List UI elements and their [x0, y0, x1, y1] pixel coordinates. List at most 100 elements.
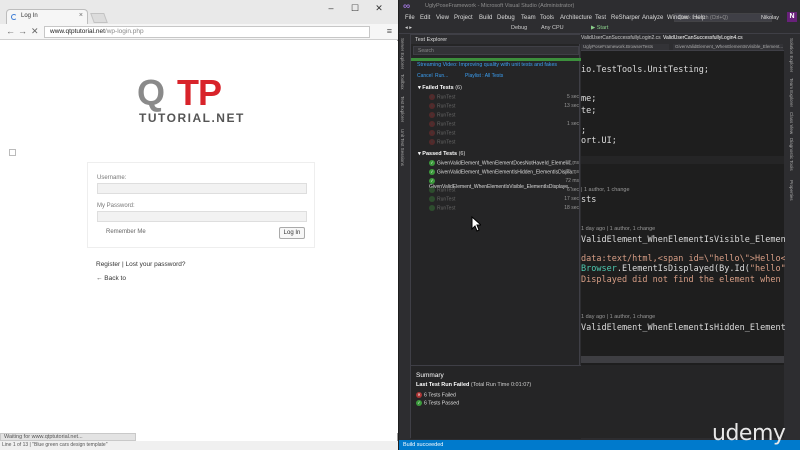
menu-test[interactable]: Test [595, 15, 606, 21]
code-line[interactable]: ValidElement_WhenElementIsHidden_Element… [581, 323, 800, 333]
new-tab-button[interactable] [90, 13, 108, 23]
browser-menu-icon[interactable]: ≡ [387, 26, 392, 36]
url-host: www.qtptutorial.net [50, 28, 105, 35]
maximize-button[interactable]: ☐ [346, 3, 364, 14]
run-dropdown[interactable]: Run... [435, 73, 448, 79]
login-button[interactable]: Log In [279, 227, 305, 239]
diagnostic-tools-tab[interactable]: Diagnostic Tools [789, 138, 794, 171]
code-line[interactable]: ; [581, 126, 586, 136]
test-row[interactable]: ✓ RunTest 18 sec [429, 205, 579, 212]
back-to-site-link[interactable]: ← Back to [96, 275, 126, 282]
register-link[interactable]: Register [96, 261, 120, 268]
editor-tabs: ValidUserCanSuccessfullyLogin2.cs ValidU… [581, 34, 784, 43]
test-row[interactable]: ✓ GivenValidElement_WhenElementIsHidden_E… [429, 169, 579, 176]
config-dropdown[interactable]: Debug [511, 25, 527, 31]
menu-window[interactable]: Window [667, 15, 688, 21]
test-row[interactable]: ✕ RunTest 5 sec [429, 94, 579, 101]
menu-edit[interactable]: Edit [420, 15, 430, 21]
test-row[interactable]: ✓ GivenValidElement_WhenElementDoesNotHav… [429, 160, 579, 167]
class-selector[interactable]: UglyPoseFramework.BrowserTests [581, 44, 669, 50]
menu-view[interactable]: View [436, 15, 449, 21]
test-row[interactable]: ✕ RunTest 13 sec [429, 103, 579, 110]
code-line[interactable]: data:text/html,<span id=\"hello\">Hello<… [581, 254, 800, 264]
menu-help[interactable]: Help [693, 15, 705, 21]
menu-resharper[interactable]: ReSharper [611, 15, 640, 21]
code-line[interactable]: Browser.ElementIsDisplayed(By.Id("hello"… [581, 264, 800, 274]
passed-tests-group[interactable]: ▾ Passed Tests (6) [418, 151, 465, 157]
back-arrow-icon[interactable]: ← [6, 26, 15, 36]
failed-tests-group[interactable]: ▾ Failed Tests (6) [418, 85, 462, 91]
menu-architecture[interactable]: Architecture [560, 15, 592, 21]
stop-loading-icon[interactable]: ✕ [31, 26, 39, 37]
test-row[interactable]: ✕ RunTest [429, 139, 579, 146]
failed-test-icon: ✕ [429, 130, 435, 136]
username-input[interactable] [97, 183, 307, 194]
codelens-info[interactable]: 1 day ago | 1 author, 1 change [581, 314, 655, 320]
cancel-link[interactable]: Cancel [417, 73, 433, 79]
streaming-video-link[interactable]: Streaming Video: Improving quality with … [417, 62, 557, 68]
test-row[interactable]: ✓GivenValidElement_WhenElementIsVisible_… [429, 178, 579, 190]
codelens-info[interactable]: 1 day ago | 1 author, 1 change [581, 226, 655, 232]
forward-arrow-icon[interactable]: → [18, 26, 27, 36]
browser-tab[interactable]: Log In × [6, 9, 88, 24]
editor-tab-login4[interactable]: ValidUserCanSuccessfullyLogin4.cs [663, 35, 743, 41]
code-line[interactable]: ort.UI; [581, 136, 617, 146]
user-name[interactable]: Nikolay [761, 15, 779, 21]
minimize-button[interactable]: – [322, 3, 340, 13]
platform-dropdown[interactable]: Any CPU [541, 25, 564, 31]
class-view-tab[interactable]: Class View [789, 112, 794, 134]
editor-scrollbar[interactable] [581, 356, 784, 363]
user-avatar[interactable]: N [787, 12, 797, 22]
codelens-info[interactable]: | 1 author, 1 change [581, 187, 630, 193]
member-selector[interactable]: GivenValidElement_WhenElementIsVisible_E… [673, 44, 783, 50]
toolbar-back-icon[interactable]: ◂ ▸ [405, 25, 412, 31]
toolbox-tab[interactable]: Toolbox [400, 74, 405, 90]
menu-file[interactable]: File [405, 15, 415, 21]
test-row[interactable]: ✕ RunTest 1 sec [429, 121, 579, 128]
start-button[interactable]: ▶ Start [591, 25, 608, 31]
password-input[interactable] [97, 211, 307, 222]
server-explorer-tab[interactable]: Server Explorer [400, 38, 405, 69]
menu-build[interactable]: Build [479, 15, 492, 21]
code-line[interactable]: sts [581, 195, 596, 205]
passed-test-icon: ✓ [429, 205, 435, 211]
summary-runtime: (Total Run Time 0:01:07) [470, 382, 532, 388]
remember-me-checkbox[interactable] [9, 149, 16, 156]
address-bar[interactable]: www.qtptutorial.net/wp-login.php [44, 26, 370, 38]
menu-analyze[interactable]: Analyze [642, 15, 663, 21]
lost-password-link[interactable]: Lost your password? [126, 261, 186, 268]
playlist-dropdown[interactable]: Playlist : All Tests [465, 73, 503, 79]
passed-test-icon: ✓ [429, 160, 435, 166]
test-row[interactable]: ✕ RunTest [429, 130, 579, 137]
summary-passed[interactable]: ✓ 6 Tests Passed [416, 400, 459, 406]
code-line[interactable]: io.TestTools.UnitTesting; [581, 65, 709, 75]
menu-project[interactable]: Project [454, 15, 473, 21]
properties-tab[interactable]: Properties [789, 180, 794, 201]
menu-debug[interactable]: Debug [497, 15, 515, 21]
menu-team[interactable]: Team [521, 15, 536, 21]
test-explorer-panel: Test Explorer Search Streaming Video: Im… [410, 34, 581, 439]
close-window-button[interactable]: ✕ [370, 3, 388, 14]
site-logo[interactable]: Q TP TUTORIAL.NET [137, 72, 263, 126]
menu-tools[interactable]: Tools [540, 15, 554, 21]
code-line[interactable]: me; [581, 94, 596, 104]
test-summary: Summary Last Test Run Failed (Total Run … [411, 365, 581, 439]
code-line[interactable]: Displayed did not find the element when … [581, 275, 800, 285]
solution-explorer-tab[interactable]: Solution Explorer [789, 38, 794, 72]
test-search-input[interactable]: Search [413, 46, 579, 55]
username-label: Username: [97, 175, 127, 181]
test-row[interactable]: ✓ RunTest 6 sec [429, 187, 579, 194]
test-progress-bar [411, 58, 581, 61]
code-line[interactable]: te; [581, 106, 596, 116]
team-explorer-tab[interactable]: Team Explorer [789, 78, 794, 107]
test-row[interactable]: ✓ RunTest 17 sec [429, 196, 579, 203]
password-label: My Password: [97, 203, 135, 209]
close-tab-icon[interactable]: × [79, 12, 83, 19]
test-row[interactable]: ✕ RunTest [429, 112, 579, 119]
code-line[interactable]: ValidElement_WhenElementIsVisible_Elemen… [581, 235, 800, 245]
unit-test-sessions-tab[interactable]: Unit Test Sessions [400, 129, 405, 166]
editor-tab-login2[interactable]: ValidUserCanSuccessfullyLogin2.cs [581, 35, 661, 41]
summary-failed[interactable]: ✕ 6 Tests Failed [416, 392, 456, 398]
logo-tp: TP [177, 72, 222, 113]
test-explorer-tab[interactable]: Test Explorer [400, 96, 405, 122]
